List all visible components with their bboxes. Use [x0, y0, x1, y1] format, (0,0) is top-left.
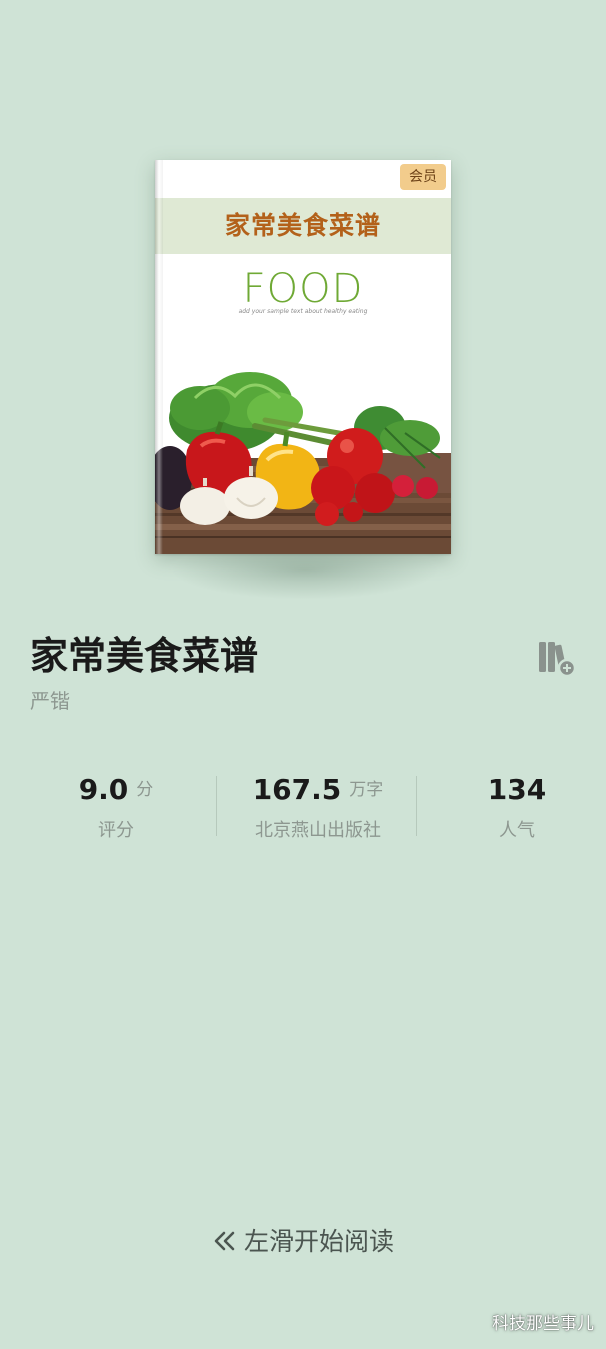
double-chevron-left-icon — [214, 1231, 235, 1251]
stat-word-count: 167.5 万字 北京燕山出版社 — [218, 770, 418, 844]
stat-value: 9.0 — [78, 773, 129, 806]
stat-value: 167.5 — [252, 773, 342, 806]
stat-label: 评分 — [98, 820, 134, 841]
stat-rating: 9.0 分 评分 — [16, 770, 216, 844]
cover-spine — [155, 160, 163, 554]
watermark: 科技那些事儿 — [492, 1314, 594, 1334]
stat-divider — [216, 776, 217, 836]
book-title: 家常美食菜谱 — [30, 633, 259, 678]
swipe-hint-label: 左滑开始阅读 — [243, 1227, 394, 1256]
vip-badge: 会员 — [400, 164, 446, 190]
book-author[interactable]: 严锴 — [30, 686, 70, 716]
swipe-to-read-hint[interactable]: 左滑开始阅读 — [0, 1222, 606, 1262]
cover-food-word: FOOD — [242, 266, 364, 312]
cover-tagline: add your sample text about healthy eatin… — [238, 308, 368, 315]
stat-label: 人气 — [499, 820, 535, 841]
stat-unit: 分 — [136, 780, 154, 800]
cover-title: 家常美食菜谱 — [224, 211, 381, 240]
stat-value: 134 — [487, 773, 547, 806]
vegetables-illustration — [155, 372, 451, 554]
cover-banner: 家常美食菜谱 — [155, 198, 451, 254]
stat-label-publisher[interactable]: 北京燕山出版社 — [218, 818, 418, 844]
book-cover[interactable]: 会员 家常美食菜谱 FOOD add your sample text abou… — [155, 160, 451, 554]
add-to-bookshelf-icon[interactable] — [536, 638, 576, 678]
stat-popularity: 134 人气 — [417, 770, 606, 844]
stat-unit: 万字 — [349, 780, 384, 800]
